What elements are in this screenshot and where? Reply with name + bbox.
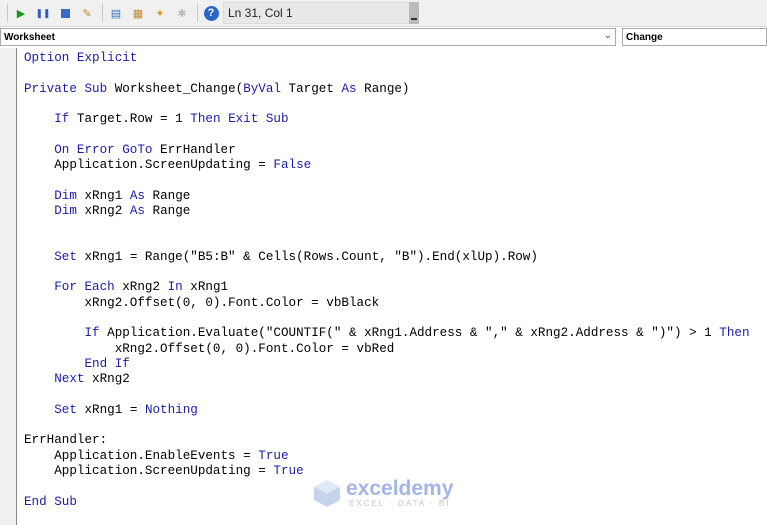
code-editor[interactable]: Option Explicit Private Sub Worksheet_Cha… <box>24 51 750 510</box>
code-line[interactable]: If Application.Evaluate("COUNTIF(" & xRn… <box>24 326 750 341</box>
code-text: xRng1 = Range("B5:B" & Cells(Rows.Count,… <box>84 249 538 264</box>
code-keyword: Set <box>24 402 85 417</box>
code-keyword: Then Exit Sub <box>190 112 289 127</box>
code-keyword: False <box>273 158 312 173</box>
code-text: Range <box>152 188 191 203</box>
watermark-name: exceldemy <box>346 476 454 500</box>
code-window[interactable]: Option Explicit Private Sub Worksheet_Cha… <box>0 48 767 525</box>
code-text: ErrHandler: <box>24 433 108 448</box>
code-line[interactable]: For Each xRng2 In xRng1 <box>24 280 750 295</box>
code-keyword: As <box>341 81 365 96</box>
chevron-down-icon: ⌄ <box>603 30 612 41</box>
code-text: Application.ScreenUpdating = <box>24 464 274 479</box>
code-line[interactable]: Application.EnableEvents = True <box>24 449 750 464</box>
code-line[interactable] <box>24 66 750 81</box>
code-keyword: If <box>24 326 108 341</box>
code-keyword: Set <box>24 249 85 264</box>
object-browser-icon[interactable]: ✦ <box>150 3 170 23</box>
code-text: xRng2 <box>92 372 130 387</box>
code-keyword: True <box>273 464 304 479</box>
break-icon[interactable]: ❚❚ <box>33 3 53 23</box>
code-line[interactable]: xRng2.Offset(0, 0).Font.Color = vbRed <box>24 342 750 357</box>
code-line[interactable]: Set xRng1 = Range("B5:B" & Cells(Rows.Co… <box>24 250 750 265</box>
code-line[interactable] <box>24 388 750 403</box>
object-dropdown-value: Worksheet <box>4 31 55 43</box>
code-keyword: Option Explicit <box>24 51 138 65</box>
code-keyword: End If <box>24 356 130 371</box>
design-mode-icon[interactable]: ✎ <box>77 3 97 23</box>
code-text: Worksheet_Change( <box>114 81 244 96</box>
code-line[interactable]: Dim xRng1 As Range <box>24 189 750 204</box>
standard-toolbar: ▶ ❚❚ ✎ ▤ ▦ ✦ ✱ ? Ln 31, Col 1 <box>0 0 767 27</box>
code-text: ErrHandler <box>160 142 236 157</box>
code-keyword: Dim <box>24 188 85 203</box>
code-text: Range) <box>364 81 410 96</box>
code-line[interactable]: Next xRng2 <box>24 372 750 387</box>
help-icon[interactable]: ? <box>201 3 221 23</box>
code-line[interactable]: Application.ScreenUpdating = False <box>24 158 750 173</box>
code-line[interactable] <box>24 219 750 234</box>
code-text: xRng2 <box>122 280 168 295</box>
code-keyword: As <box>129 203 153 218</box>
code-line[interactable]: End If <box>24 357 750 372</box>
code-keyword: If <box>24 112 77 127</box>
code-line[interactable] <box>24 97 750 112</box>
code-text: xRng2.Offset(0, 0).Font.Color = vbBlack <box>24 295 380 310</box>
code-line[interactable] <box>24 418 750 433</box>
code-line[interactable] <box>24 311 750 326</box>
margin-indicator-bar[interactable] <box>0 48 17 525</box>
code-text: Target.Row = 1 <box>76 112 191 127</box>
code-text: xRng1 = <box>84 402 145 417</box>
code-line[interactable]: On Error GoTo ErrHandler <box>24 143 750 158</box>
exceldemy-logo-icon <box>314 480 340 507</box>
run-icon[interactable]: ▶ <box>11 3 31 23</box>
code-keyword: Then <box>719 326 750 341</box>
code-text: xRng2.Offset(0, 0).Font.Color = vbRed <box>24 341 395 356</box>
code-text: Application.EnableEvents = <box>24 448 259 463</box>
exceldemy-watermark: exceldemy EXCEL · DATA · BI <box>312 478 453 508</box>
cursor-position: Ln 31, Col 1 <box>223 2 413 24</box>
code-line[interactable]: If Target.Row = 1 Then Exit Sub <box>24 112 750 127</box>
reset-icon[interactable] <box>55 3 75 23</box>
code-text: Application.Evaluate("COUNTIF(" & xRng1.… <box>107 326 720 341</box>
toolbar-separator <box>197 4 198 22</box>
procedure-dropdown[interactable]: Change <box>622 28 767 46</box>
code-line[interactable]: Private Sub Worksheet_Change(ByVal Targe… <box>24 82 750 97</box>
code-keyword: As <box>129 188 153 203</box>
code-keyword: ByVal <box>243 81 289 96</box>
code-line[interactable]: Set xRng1 = Nothing <box>24 403 750 418</box>
code-keyword: True <box>258 448 289 463</box>
code-keyword: Next <box>24 372 93 387</box>
code-keyword: Dim <box>24 203 85 218</box>
code-keyword: For Each <box>24 280 123 295</box>
toolbar-separator <box>102 4 103 22</box>
code-line[interactable] <box>24 235 750 250</box>
toolbar-options-button[interactable] <box>409 2 419 24</box>
code-text: Target <box>288 81 342 96</box>
code-keyword: In <box>167 280 191 295</box>
toolbox-icon[interactable]: ✱ <box>172 3 192 23</box>
project-explorer-icon[interactable]: ▤ <box>106 3 126 23</box>
properties-icon[interactable]: ▦ <box>128 3 148 23</box>
code-line[interactable] <box>24 127 750 142</box>
code-keyword: End Sub <box>24 494 77 509</box>
procedure-dropdown-value: Change <box>626 31 663 43</box>
code-text: xRng2 <box>84 203 130 218</box>
code-text: Application.ScreenUpdating = <box>24 158 274 173</box>
watermark-tagline: EXCEL · DATA · BI <box>349 498 451 508</box>
code-line[interactable] <box>24 265 750 280</box>
code-line[interactable]: xRng2.Offset(0, 0).Font.Color = vbBlack <box>24 296 750 311</box>
code-text: xRng1 <box>84 188 130 203</box>
code-keyword: Nothing <box>144 402 198 417</box>
code-text: Range <box>152 203 191 218</box>
code-line[interactable]: Dim xRng2 As Range <box>24 204 750 219</box>
code-line[interactable]: Option Explicit <box>24 51 750 66</box>
code-keyword: Private Sub <box>24 81 115 96</box>
code-line[interactable]: ErrHandler: <box>24 433 750 448</box>
code-line[interactable] <box>24 173 750 188</box>
code-keyword: On Error GoTo <box>24 142 161 157</box>
object-dropdown[interactable]: Worksheet ⌄ <box>0 28 616 46</box>
toolbar-grip <box>7 4 8 22</box>
code-text: xRng1 <box>190 280 229 295</box>
